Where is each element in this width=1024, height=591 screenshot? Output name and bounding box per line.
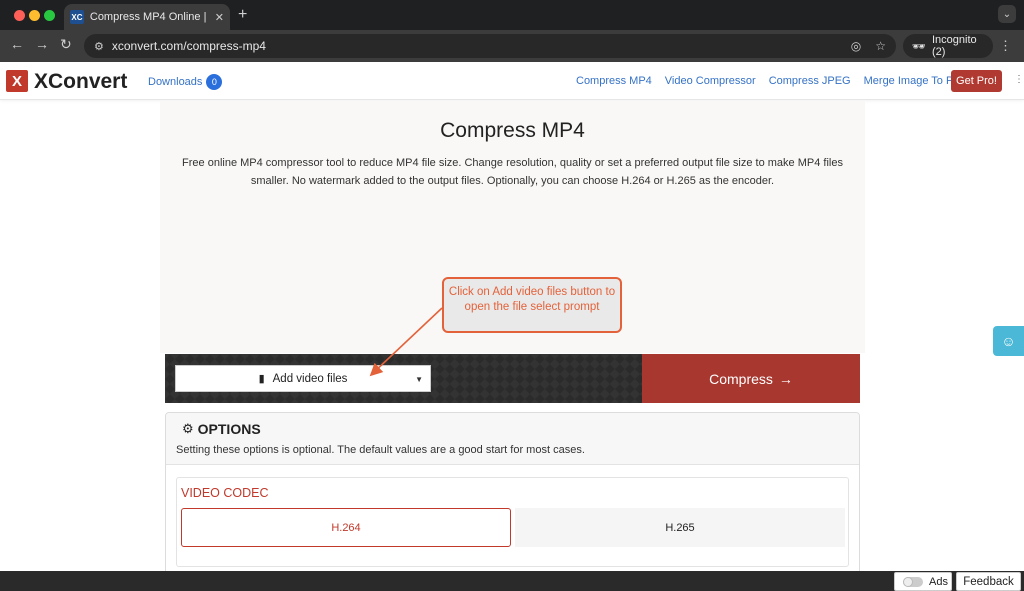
options-title-text: OPTIONS bbox=[197, 421, 261, 437]
incognito-label: Incognito (2) bbox=[931, 34, 977, 58]
tab-favicon-icon: XC bbox=[70, 10, 84, 24]
caret-down-icon[interactable]: ▼ bbox=[415, 375, 423, 384]
bottom-bar: Ads Feedback bbox=[0, 571, 1024, 591]
browser-toolbar: ← → ↻ ⚙ xconvert.com/compress-mp4 ◎ ☆ 🕶 … bbox=[0, 30, 1024, 62]
xconvert-logo-icon[interactable]: X bbox=[6, 70, 28, 92]
incognito-icon: 🕶 bbox=[912, 40, 926, 53]
page-description: Free online MP4 compressor tool to reduc… bbox=[182, 157, 843, 187]
options-title: ⚙ OPTIONS bbox=[182, 421, 261, 437]
bookmark-star-icon[interactable]: ☆ bbox=[875, 39, 886, 53]
add-video-files-label: Add video files bbox=[272, 372, 348, 385]
instruction-callout: Click on Add video files button to open … bbox=[442, 277, 622, 333]
compress-button[interactable]: Compress → bbox=[642, 354, 860, 403]
chat-support-icon[interactable]: ☺ bbox=[993, 326, 1024, 356]
file-icon: ▮ bbox=[258, 373, 265, 385]
add-video-files-button[interactable]: ▮ Add video files ▼ bbox=[175, 365, 431, 392]
site-header: X XConvert Downloads 0 Compress MP4 Vide… bbox=[0, 62, 1024, 100]
ads-label: Ads bbox=[929, 575, 948, 588]
incognito-badge[interactable]: 🕶 Incognito (2) bbox=[903, 34, 993, 58]
arrow-right-icon: → bbox=[778, 370, 793, 387]
back-arrow-icon[interactable]: ← bbox=[10, 36, 24, 52]
tab-close-icon[interactable]: ✕ bbox=[215, 11, 224, 24]
upload-action-bar: ▮ Add video files ▼ Compress → bbox=[165, 354, 860, 403]
options-description: Setting these options is optional. The d… bbox=[176, 444, 585, 456]
address-bar[interactable]: ⚙ xconvert.com/compress-mp4 ◎ ☆ bbox=[84, 34, 896, 58]
window-maximize-button[interactable] bbox=[44, 10, 55, 21]
nav-link-video-compressor[interactable]: Video Compressor bbox=[665, 75, 756, 87]
site-settings-icon[interactable]: ⚙ bbox=[94, 40, 104, 53]
video-codec-title: VIDEO CODEC bbox=[181, 486, 269, 500]
browser-menu-kebab-icon[interactable]: ⋮ bbox=[999, 38, 1012, 54]
options-header: ⚙ OPTIONS Setting these options is optio… bbox=[166, 413, 859, 465]
downloads-link[interactable]: Downloads 0 bbox=[148, 74, 223, 90]
downloads-label: Downloads bbox=[148, 76, 203, 88]
header-more-kebab-icon[interactable]: ⋮ bbox=[1014, 74, 1024, 85]
reload-icon[interactable]: ↻ bbox=[60, 36, 72, 53]
browser-tab-active[interactable]: XC Compress MP4 Online | Redu ✕ bbox=[64, 4, 230, 30]
tab-search-chevron-icon[interactable]: ⌄ bbox=[998, 5, 1016, 23]
compress-label: Compress bbox=[709, 370, 773, 387]
page-title: Compress MP4 bbox=[440, 119, 585, 142]
window-minimize-button[interactable] bbox=[29, 10, 40, 21]
site-logo-text[interactable]: XConvert bbox=[34, 70, 127, 94]
nav-link-compress-jpeg[interactable]: Compress JPEG bbox=[769, 75, 851, 87]
toggle-switch-icon[interactable] bbox=[903, 576, 923, 587]
video-codec-card: VIDEO CODEC H.264 H.265 bbox=[176, 477, 849, 567]
new-tab-plus-icon[interactable]: + bbox=[238, 6, 247, 24]
get-pro-button[interactable]: Get Pro! bbox=[951, 70, 1002, 92]
forward-arrow-icon[interactable]: → bbox=[35, 36, 49, 52]
browser-tab-bar: XC Compress MP4 Online | Redu ✕ + ⌄ bbox=[0, 0, 1024, 30]
nav-link-compress-mp4[interactable]: Compress MP4 bbox=[576, 75, 652, 87]
ads-toggle[interactable]: Ads bbox=[894, 572, 952, 591]
gear-icon: ⚙ bbox=[182, 421, 194, 436]
window-close-button[interactable] bbox=[14, 10, 25, 21]
codec-option-h265[interactable]: H.265 bbox=[515, 508, 845, 547]
eye-slash-icon[interactable]: ◎ bbox=[851, 39, 861, 53]
url-text: xconvert.com/compress-mp4 bbox=[111, 39, 266, 53]
tab-title: Compress MP4 Online | Redu bbox=[89, 11, 209, 23]
feedback-button[interactable]: Feedback bbox=[956, 572, 1021, 591]
codec-option-h264[interactable]: H.264 bbox=[181, 508, 511, 547]
options-panel: ⚙ OPTIONS Setting these options is optio… bbox=[165, 412, 860, 582]
downloads-count-badge: 0 bbox=[206, 74, 223, 90]
header-nav: Compress MP4 Video Compressor Compress J… bbox=[576, 75, 968, 87]
